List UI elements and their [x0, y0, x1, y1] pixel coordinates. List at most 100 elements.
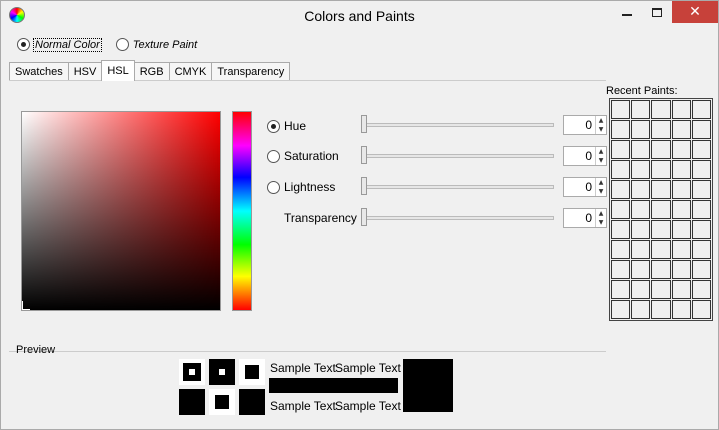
recent-paint-cell[interactable]	[611, 140, 631, 159]
recent-paint-cell[interactable]	[691, 240, 711, 259]
recent-paint-cell[interactable]	[671, 240, 691, 259]
recent-paint-cell[interactable]	[671, 200, 691, 219]
recent-paint-cell[interactable]	[611, 200, 631, 219]
saturation-lightness-picker[interactable]	[21, 111, 221, 311]
recent-paint-cell[interactable]	[691, 280, 711, 299]
recent-paint-cell[interactable]	[611, 180, 631, 199]
spin-up-icon[interactable]: ▲	[596, 116, 606, 125]
recent-paint-cell[interactable]	[691, 180, 711, 199]
spin-up-icon[interactable]: ▲	[596, 209, 606, 218]
recent-paint-cell[interactable]	[611, 120, 631, 139]
title-bar[interactable]: Colors and Paints ✕	[1, 1, 718, 31]
recent-paint-cell[interactable]	[651, 260, 671, 279]
lightness-channel[interactable]: Lightness	[267, 180, 364, 194]
recent-paint-cell[interactable]	[631, 280, 651, 299]
recent-paint-cell[interactable]	[651, 180, 671, 199]
recent-paint-cell[interactable]	[691, 200, 711, 219]
recent-paint-cell[interactable]	[631, 300, 651, 319]
hue-value[interactable]: 0	[564, 116, 595, 134]
tab-rgb[interactable]: RGB	[133, 62, 170, 81]
recent-paint-cell[interactable]	[611, 220, 631, 239]
texture-paint-radio[interactable]	[115, 38, 129, 51]
recent-paint-cell[interactable]	[691, 160, 711, 179]
recent-paint-cell[interactable]	[631, 100, 651, 119]
texture-paint-label[interactable]: Texture Paint	[133, 39, 197, 51]
transparency-slider-track[interactable]	[361, 216, 554, 220]
texture-paint-option[interactable]: Texture Paint	[115, 38, 197, 51]
recent-paint-cell[interactable]	[671, 120, 691, 139]
recent-paint-cell[interactable]	[671, 180, 691, 199]
spin-down-icon[interactable]: ▼	[596, 125, 606, 134]
saturation-slider-thumb[interactable]	[361, 146, 367, 164]
lightness-spinner[interactable]: 0 ▲ ▼	[563, 177, 607, 197]
hue-strip-slider[interactable]	[232, 111, 252, 311]
saturation-slider-track[interactable]	[361, 154, 554, 158]
transparency-value[interactable]: 0	[564, 209, 595, 227]
normal-color-option[interactable]: Normal Color	[17, 37, 102, 52]
recent-paint-cell[interactable]	[651, 220, 671, 239]
recent-paint-cell[interactable]	[611, 100, 631, 119]
recent-paint-cell[interactable]	[691, 120, 711, 139]
recent-paint-cell[interactable]	[651, 160, 671, 179]
saturation-spinner-arrows[interactable]: ▲ ▼	[595, 147, 606, 165]
normal-color-radio[interactable]	[17, 38, 30, 51]
saturation-channel[interactable]: Saturation	[267, 149, 364, 163]
lightness-radio[interactable]	[267, 180, 280, 194]
lightness-slider-track[interactable]	[361, 185, 554, 189]
recent-paint-cell[interactable]	[691, 300, 711, 319]
tab-swatches[interactable]: Swatches	[9, 62, 69, 81]
spin-up-icon[interactable]: ▲	[596, 178, 606, 187]
recent-paint-cell[interactable]	[651, 140, 671, 159]
recent-paint-cell[interactable]	[671, 140, 691, 159]
recent-paint-cell[interactable]	[631, 200, 651, 219]
recent-paint-cell[interactable]	[651, 300, 671, 319]
spin-down-icon[interactable]: ▼	[596, 156, 606, 165]
recent-paint-cell[interactable]	[611, 300, 631, 319]
recent-paint-cell[interactable]	[691, 100, 711, 119]
recent-paint-cell[interactable]	[671, 280, 691, 299]
tab-hsl[interactable]: HSL	[101, 60, 135, 81]
recent-paint-cell[interactable]	[671, 260, 691, 279]
recent-paint-cell[interactable]	[631, 240, 651, 259]
close-button[interactable]: ✕	[672, 1, 718, 23]
recent-paint-cell[interactable]	[651, 280, 671, 299]
recent-paint-cell[interactable]	[631, 160, 651, 179]
recent-paint-cell[interactable]	[651, 120, 671, 139]
transparency-slider-thumb[interactable]	[361, 208, 367, 226]
lightness-value[interactable]: 0	[564, 178, 595, 196]
recent-paint-cell[interactable]	[691, 140, 711, 159]
hue-slider-thumb[interactable]	[361, 115, 367, 133]
hue-spinner[interactable]: 0 ▲ ▼	[563, 115, 607, 135]
recent-paint-cell[interactable]	[651, 100, 671, 119]
spin-down-icon[interactable]: ▼	[596, 187, 606, 196]
transparency-spinner[interactable]: 0 ▲ ▼	[563, 208, 607, 228]
recent-paint-cell[interactable]	[631, 140, 651, 159]
recent-paint-cell[interactable]	[691, 220, 711, 239]
hue-slider-track[interactable]	[361, 123, 554, 127]
lightness-slider-thumb[interactable]	[361, 177, 367, 195]
normal-color-label[interactable]: Normal Color	[33, 37, 102, 52]
tab-transparency[interactable]: Transparency	[211, 62, 291, 81]
recent-paint-cell[interactable]	[691, 260, 711, 279]
recent-paint-cell[interactable]	[671, 300, 691, 319]
recent-paint-cell[interactable]	[631, 120, 651, 139]
recent-paint-cell[interactable]	[651, 240, 671, 259]
recent-paint-cell[interactable]	[671, 220, 691, 239]
hue-radio[interactable]	[267, 119, 280, 133]
lightness-spinner-arrows[interactable]: ▲ ▼	[595, 178, 606, 196]
spin-down-icon[interactable]: ▼	[596, 218, 606, 227]
saturation-radio[interactable]	[267, 149, 280, 163]
recent-paint-cell[interactable]	[611, 280, 631, 299]
hue-channel[interactable]: Hue	[267, 119, 364, 133]
recent-paint-cell[interactable]	[611, 160, 631, 179]
hue-spinner-arrows[interactable]: ▲ ▼	[595, 116, 606, 134]
spin-up-icon[interactable]: ▲	[596, 147, 606, 156]
maximize-button[interactable]	[642, 1, 672, 23]
tab-hsv[interactable]: HSV	[67, 62, 103, 81]
minimize-button[interactable]	[612, 1, 642, 23]
recent-paint-cell[interactable]	[671, 160, 691, 179]
recent-paint-cell[interactable]	[631, 180, 651, 199]
recent-paint-cell[interactable]	[671, 100, 691, 119]
recent-paint-cell[interactable]	[631, 220, 651, 239]
recent-paint-cell[interactable]	[611, 260, 631, 279]
